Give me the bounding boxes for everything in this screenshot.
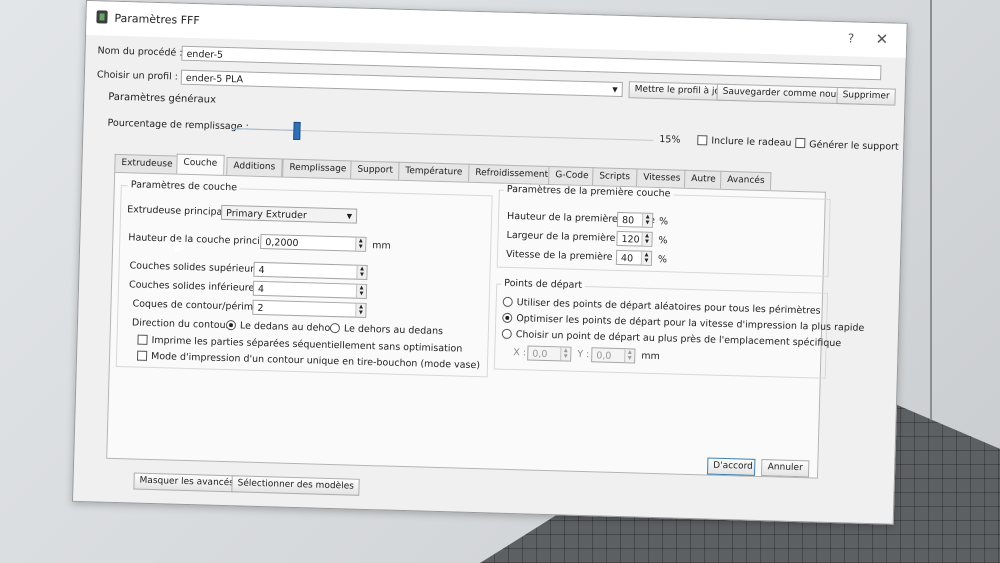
first-layer-speed-input[interactable]: 40 ▲ ▼: [615, 249, 653, 266]
tab-additions[interactable]: Additions: [226, 156, 283, 177]
start-x-value: 0,0: [532, 348, 548, 361]
infill-value: 15%: [659, 134, 681, 146]
start-x-label: X :: [513, 347, 527, 359]
layer-settings-title: Paramètres de couche: [127, 179, 241, 194]
close-button[interactable]: ✕: [875, 30, 888, 48]
layer-height-value: 0,2000: [265, 237, 299, 250]
top-layers-value: 4: [258, 264, 265, 277]
nearest-start-radio[interactable]: [501, 328, 512, 340]
first-layer-title: Paramètres de la première couche: [503, 183, 674, 200]
window-title: Paramètres FFF: [114, 11, 200, 28]
tab-couche[interactable]: Couche: [176, 153, 225, 175]
infill-slider-handle[interactable]: [293, 121, 301, 141]
chevron-down-icon: ▼: [346, 212, 353, 221]
tab-extrudeuse[interactable]: Extrudeuse: [114, 153, 180, 174]
tab-refroidissement[interactable]: Refroidissement: [468, 163, 556, 185]
help-button[interactable]: ?: [848, 31, 855, 45]
tab-remplissage[interactable]: Remplissage: [282, 158, 354, 179]
app-icon: [96, 10, 108, 24]
profile-select-value: ender-5 PLA: [185, 72, 244, 86]
first-layer-speed-value: 40: [620, 253, 634, 265]
select-models-button[interactable]: Sélectionner des modèles: [231, 475, 361, 496]
tab-autre[interactable]: Autre: [683, 169, 723, 189]
spin-arrows-icon[interactable]: ▲ ▼: [355, 237, 366, 251]
general-settings-title: Paramètres généraux: [108, 91, 217, 106]
spin-arrows-icon[interactable]: ▲ ▼: [624, 349, 635, 363]
cancel-button[interactable]: Annuler: [760, 459, 810, 478]
first-layer-width-value: 120: [621, 234, 640, 246]
start-y-value: 0,0: [596, 350, 612, 362]
outside-in-label: Le dehors au dedans: [343, 323, 444, 338]
first-layer-height-input[interactable]: 80 ▲ ▼: [616, 211, 654, 228]
tab-gcode[interactable]: G-Code: [548, 165, 596, 186]
main-extruder-select[interactable]: Primary Extruder ▼: [220, 204, 358, 224]
delete-profile-button[interactable]: Supprimer: [836, 86, 896, 106]
start-y-label: Y :: [577, 348, 590, 361]
spin-arrows-icon[interactable]: ▲ ▼: [640, 251, 652, 265]
spin-arrows-icon[interactable]: ▲ ▼: [641, 232, 652, 246]
profile-label: Choisir un profil :: [96, 69, 179, 83]
vase-mode-label: Mode d'impression d'un contour unique en…: [150, 350, 481, 372]
tab-temperature[interactable]: Température: [398, 161, 470, 182]
layer-settings-group: Paramètres de couche Extrudeuse principa…: [115, 179, 493, 378]
spin-arrows-icon[interactable]: ▲ ▼: [641, 213, 653, 227]
first-layer-height-value: 80: [621, 215, 635, 227]
vase-mode-checkbox[interactable]: [136, 350, 148, 361]
random-start-radio[interactable]: [502, 296, 513, 308]
ok-button[interactable]: D'accord: [706, 457, 756, 476]
inside-out-label: Le dedans au dehors: [239, 320, 340, 335]
process-name-label: Nom du procédé :: [97, 45, 183, 59]
top-layers-label: Couches solides supérieures: [129, 260, 265, 276]
first-layer-height-unit: %: [658, 216, 669, 228]
first-layer-width-unit: %: [658, 235, 668, 247]
include-raft-checkbox[interactable]: [697, 135, 708, 146]
couche-tab-panel: Paramètres de couche Extrudeuse principa…: [106, 171, 864, 479]
chevron-down-icon: ▼: [612, 85, 618, 94]
layer-height-input[interactable]: 0,2000 ▲ ▼: [260, 233, 367, 252]
perimeters-input[interactable]: 2 ▲ ▼: [252, 299, 367, 318]
sequential-print-checkbox[interactable]: [137, 334, 148, 345]
profile-select[interactable]: ender-5 PLA ▼: [180, 69, 623, 98]
optimize-start-radio[interactable]: [502, 312, 513, 324]
tab-avances[interactable]: Avancés: [719, 170, 772, 191]
main-extruder-value: Primary Extruder: [225, 207, 308, 222]
perimeters-value: 2: [257, 302, 264, 315]
layer-height-label: Hauteur de la couche principale: [128, 232, 281, 248]
main-extruder-label: Extrudeuse principale: [127, 204, 232, 219]
generate-support-label: Générer le support: [809, 139, 899, 153]
perimeters-label: Coques de contour/périmètre: [132, 298, 273, 314]
start-points-title: Points de départ: [501, 277, 586, 292]
spin-arrows-icon[interactable]: ▲ ▼: [355, 303, 366, 317]
contour-direction-label: Direction du contour :: [131, 317, 236, 332]
start-points-group: Points de départ Utiliser des points de …: [493, 277, 864, 379]
start-y-input[interactable]: 0,0 ▲ ▼: [591, 347, 636, 364]
tab-support[interactable]: Support: [350, 160, 401, 180]
spin-arrows-icon[interactable]: ▲ ▼: [356, 265, 367, 279]
settings-tabs: Extrudeuse Couche Additions Remplissage …: [114, 153, 772, 191]
generate-support-checkbox[interactable]: [795, 137, 806, 149]
bottom-layers-label: Couches solides inférieures: [128, 279, 260, 294]
layer-height-unit: mm: [372, 240, 391, 252]
bottom-layers-input[interactable]: 4 ▲ ▼: [252, 280, 368, 299]
fff-settings-dialog: Paramètres FFF ? ✕ Nom du procédé : ende…: [71, 0, 908, 525]
start-x-input[interactable]: 0,0 ▲ ▼: [527, 345, 572, 362]
spin-arrows-icon[interactable]: ▲ ▼: [560, 347, 571, 361]
tab-scripts[interactable]: Scripts: [592, 167, 638, 187]
infill-label: Pourcentage de remplissage :: [107, 117, 249, 133]
spin-arrows-icon[interactable]: ▲ ▼: [355, 284, 367, 298]
viewport-edge: [930, 0, 932, 420]
first-layer-group: Paramètres de la première couche Hauteur…: [496, 183, 831, 277]
first-layer-speed-unit: %: [657, 254, 668, 266]
tab-vitesses[interactable]: Vitesses: [636, 168, 688, 188]
hide-advanced-button[interactable]: Masquer les avancés: [133, 472, 241, 493]
start-point-unit: mm: [641, 350, 660, 363]
bottom-layers-value: 4: [257, 283, 265, 296]
first-layer-width-input[interactable]: 120 ▲ ▼: [616, 230, 653, 247]
include-raft-label: Inclure le radeau: [711, 135, 792, 149]
top-layers-input[interactable]: 4 ▲ ▼: [253, 261, 368, 280]
